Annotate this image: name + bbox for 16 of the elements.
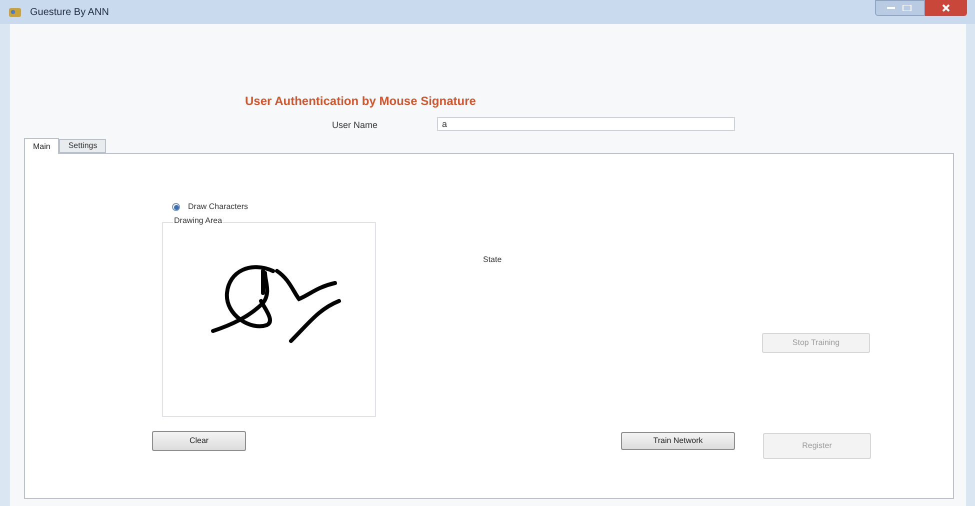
window-buttons[interactable]	[875, 0, 925, 16]
tab[interactable]: Settings	[59, 139, 106, 153]
group-title: Drawing Area	[173, 215, 224, 227]
state-label: State	[483, 254, 502, 266]
radio-label: Draw Characters	[188, 201, 248, 213]
train-button[interactable]: Train Network	[621, 432, 735, 450]
radio-button[interactable]	[172, 203, 180, 211]
app-icon	[8, 6, 22, 18]
close-icon	[941, 4, 951, 12]
window-title: Guesture By ANN	[30, 6, 109, 20]
tab[interactable]: Main	[24, 138, 60, 154]
user-name-field[interactable]: a	[437, 117, 735, 131]
form-heading: User Authentication by Mouse Signature	[245, 93, 476, 110]
close-button[interactable]	[925, 0, 967, 16]
clear-button[interactable]: Clear	[152, 431, 246, 451]
field-label: User Name	[332, 119, 378, 132]
